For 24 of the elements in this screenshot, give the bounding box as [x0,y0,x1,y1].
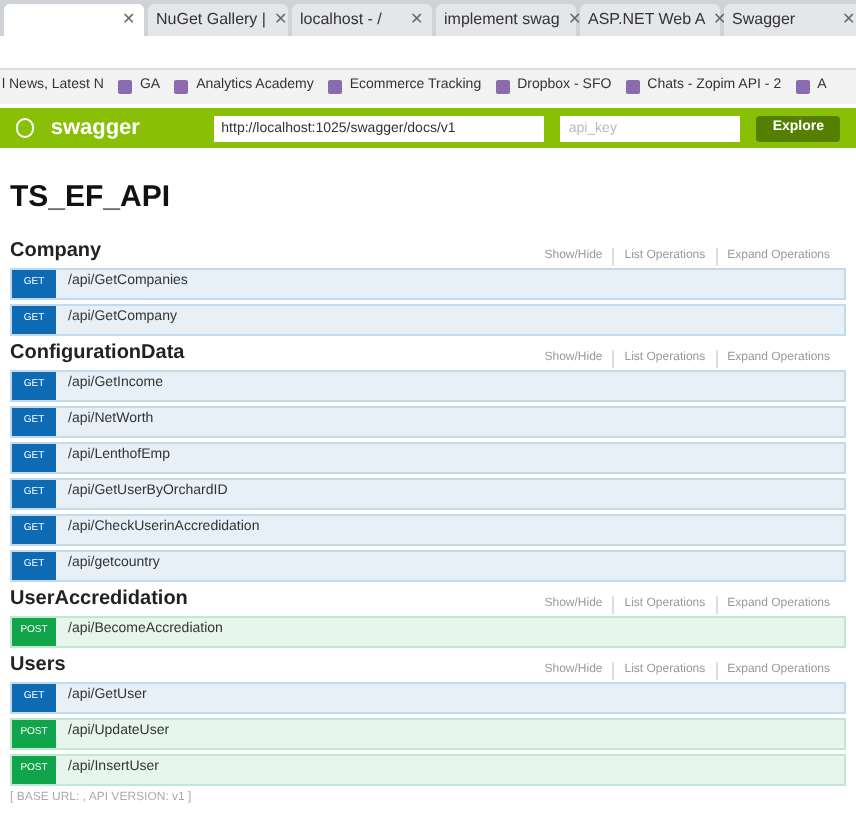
bookmark-icon [174,80,189,94]
browser-tab[interactable]: localhost - / ✕ [292,4,432,36]
section-heading[interactable]: ConfigurationData [10,337,185,367]
bookmark-icon [495,80,510,94]
close-icon[interactable]: ✕ [567,8,582,32]
browser-tab[interactable]: ASP.NET Web A ✕ [580,4,720,36]
section-heading[interactable]: Users [10,649,66,679]
close-icon[interactable]: ✕ [842,8,856,32]
bookmark-icon [625,80,640,94]
swagger-logo-icon [16,118,35,138]
bookmark-icon [795,80,810,94]
browser-tab[interactable]: Swagger ✕ [724,4,856,36]
close-icon[interactable]: ✕ [122,8,136,32]
browser-tab[interactable]: NuGet Gallery | ✕ [148,4,288,36]
close-icon[interactable]: ✕ [410,8,424,32]
browser-tab[interactable]: implement swag ✕ [436,4,576,36]
bookmark-icon [117,80,132,94]
swagger-logo: swagger [50,113,142,144]
browser-tab[interactable]: ✕ [4,4,144,36]
bookmark-icon [327,80,342,94]
section-heading[interactable]: Company [10,235,102,265]
api-title: TS_EF_API [10,178,173,218]
section-heading[interactable]: UserAccredidation [10,583,188,613]
close-icon[interactable]: ✕ [273,8,288,32]
